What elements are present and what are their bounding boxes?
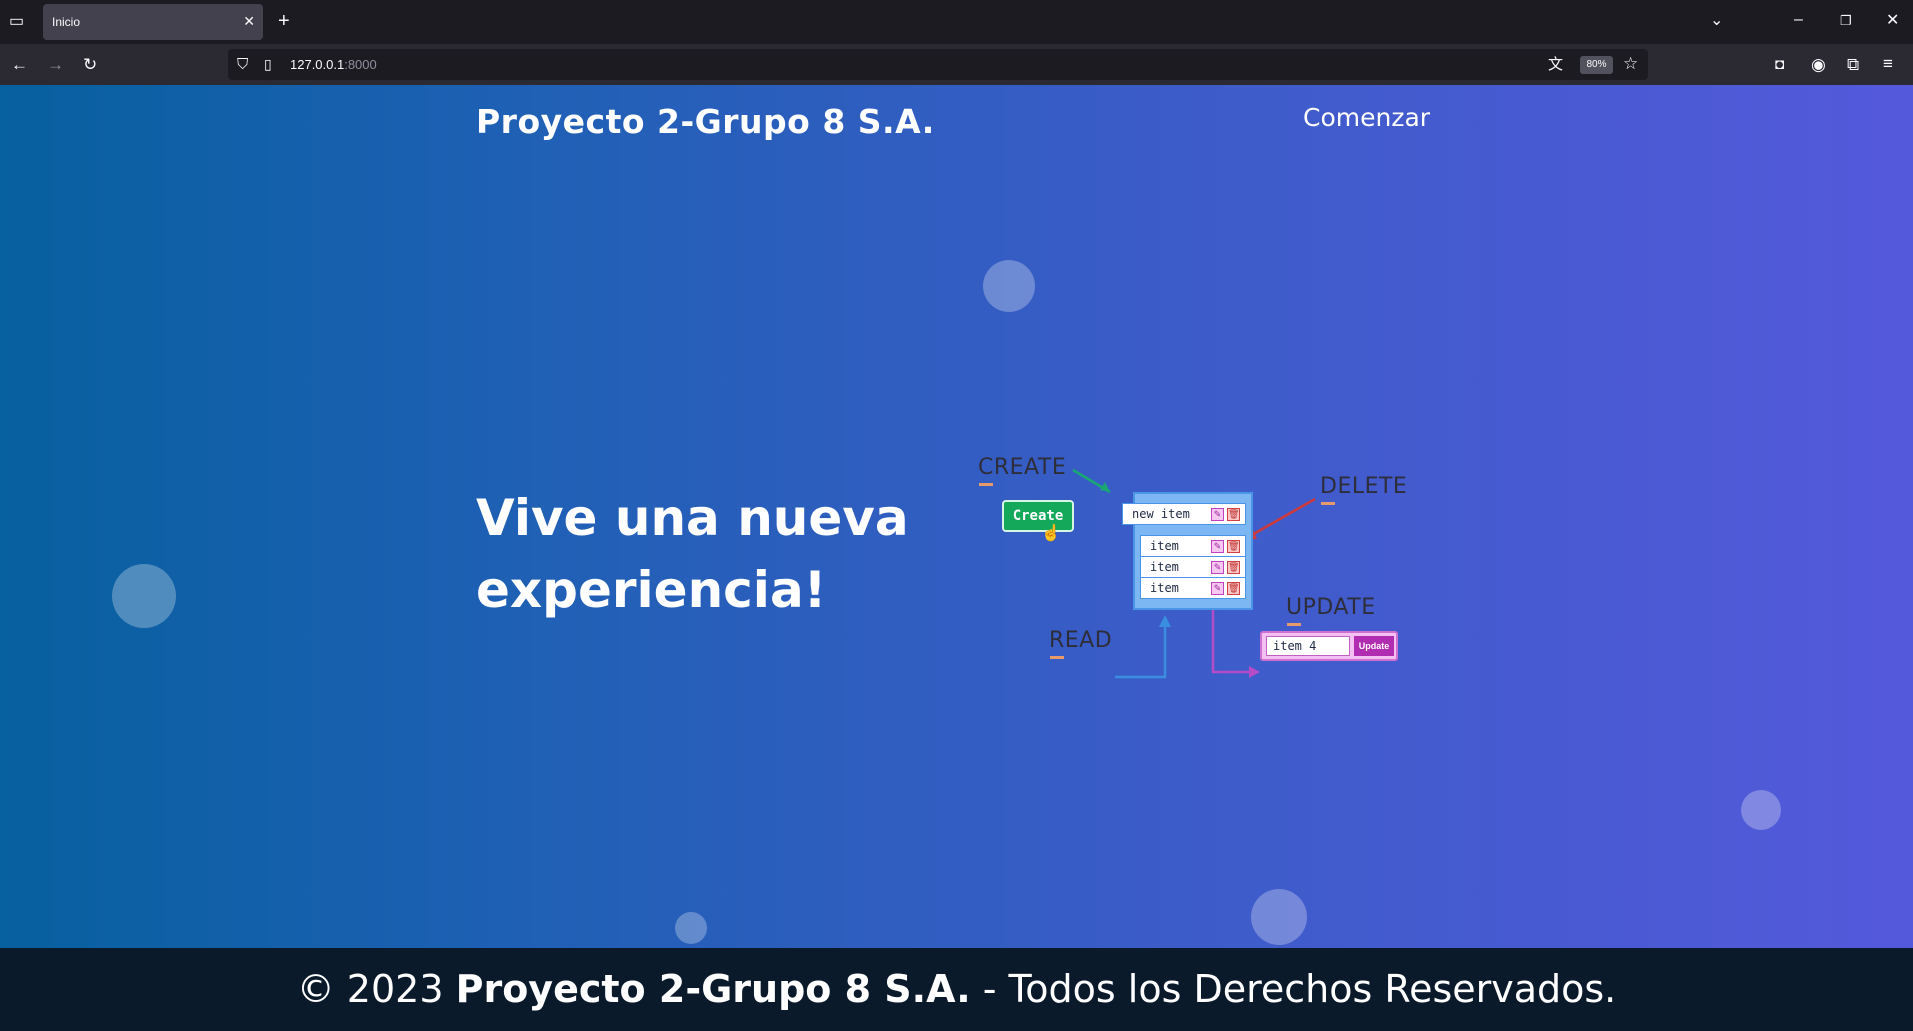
tab-inicio[interactable]: Inicio ✕ [43, 4, 263, 40]
reload-icon[interactable]: ↻ [83, 56, 97, 73]
extensions-icon[interactable]: ⧉ [1847, 56, 1859, 73]
create-button-illustration: Create [1002, 500, 1074, 532]
page-content: Proyecto 2-Grupo 8 S.A. Comenzar Vive un… [0, 85, 1913, 948]
item-text: item [1150, 560, 1179, 574]
new-tab-icon[interactable]: + [278, 11, 290, 31]
tab-list-icon[interactable]: ▭ [9, 14, 24, 30]
restore-icon[interactable]: ❐ [1840, 13, 1852, 29]
chevron-down-icon[interactable]: ⌄ [1710, 13, 1723, 29]
cursor-hand-icon: ☝ [1041, 525, 1061, 542]
update-button-illustration: Update [1354, 636, 1394, 656]
label-underline [979, 483, 993, 486]
footer-company: Proyecto 2-Grupo 8 S.A. [455, 967, 971, 1011]
shield-icon[interactable]: ⛉ [237, 56, 248, 73]
edit-icon: ✎ [1211, 508, 1224, 521]
close-window-icon[interactable]: ✕ [1886, 13, 1899, 29]
decorative-bubble [1251, 889, 1307, 945]
label-underline [1321, 502, 1335, 505]
hero-line-1: Vive una nueva [476, 489, 909, 547]
close-tab-icon[interactable]: ✕ [243, 13, 255, 30]
trash-icon: 🗑 [1227, 508, 1240, 521]
item-text: item [1150, 581, 1179, 595]
label-underline [1050, 656, 1064, 659]
account-icon[interactable]: ◉ [1811, 56, 1826, 73]
edit-icon: ✎ [1211, 582, 1224, 595]
edit-icon: ✎ [1211, 561, 1224, 574]
minimize-icon[interactable]: – [1794, 12, 1803, 28]
url-bar[interactable]: ⛉ ▯ 127.0.0.1:8000 文 80% ☆ [228, 49, 1648, 80]
list-item: item ✎ 🗑 [1140, 556, 1246, 578]
zoom-indicator[interactable]: 80% [1580, 56, 1613, 74]
label-underline [1287, 623, 1301, 626]
update-form-illustration: item 4 Update [1260, 631, 1398, 661]
decorative-bubble [112, 564, 176, 628]
tab-title: Inicio [52, 15, 81, 29]
tab-bar: ▭ Inicio ✕ + ⌄ – ❐ ✕ [0, 0, 1913, 44]
decorative-bubble [1741, 790, 1781, 830]
list-item: item ✎ 🗑 [1140, 577, 1246, 599]
read-label: READ [1049, 628, 1113, 653]
list-item: new item ✎ 🗑 [1122, 503, 1246, 525]
comenzar-link[interactable]: Comenzar [1303, 103, 1430, 132]
delete-label: DELETE [1320, 474, 1408, 499]
update-label: UPDATE [1286, 595, 1376, 620]
edit-icon: ✎ [1211, 540, 1224, 553]
trash-icon: 🗑 [1227, 561, 1240, 574]
create-label: CREATE [978, 455, 1067, 480]
page-icon: ▯ [264, 56, 272, 72]
pocket-icon[interactable]: ◘ [1775, 56, 1784, 73]
bookmark-star-icon[interactable]: ☆ [1623, 55, 1638, 72]
hero-heading: Vive una nueva experiencia! [476, 482, 916, 626]
decorative-bubble [675, 912, 707, 944]
forward-icon[interactable]: → [47, 56, 64, 73]
back-icon[interactable]: ← [11, 56, 28, 73]
menu-icon[interactable]: ≡ [1883, 55, 1893, 72]
trash-icon: 🗑 [1227, 540, 1240, 553]
update-input: item 4 [1266, 636, 1350, 656]
crud-illustration: CREATE DELETE UPDATE READ Create ☝ new i… [970, 455, 1420, 685]
item-text: new item [1132, 507, 1190, 521]
footer-copyright: © 2023 [296, 967, 444, 1011]
translate-icon[interactable]: 文 [1548, 56, 1563, 73]
trash-icon: 🗑 [1227, 582, 1240, 595]
brand-logo[interactable]: Proyecto 2-Grupo 8 S.A. [476, 102, 935, 141]
navigation-bar: ← → ↻ ⛉ ▯ 127.0.0.1:8000 文 80% ☆ ◘ ◉ ⧉ ≡ [0, 44, 1913, 85]
hero-line-2: experiencia! [476, 561, 827, 619]
footer-rights: - Todos los Derechos Reservados. [982, 967, 1617, 1011]
footer: © 2023 Proyecto 2-Grupo 8 S.A. - Todos l… [0, 948, 1913, 1031]
url-text[interactable]: 127.0.0.1:8000 [290, 57, 377, 72]
list-item: item ✎ 🗑 [1140, 535, 1246, 557]
item-text: item [1150, 539, 1179, 553]
decorative-bubble [983, 260, 1035, 312]
